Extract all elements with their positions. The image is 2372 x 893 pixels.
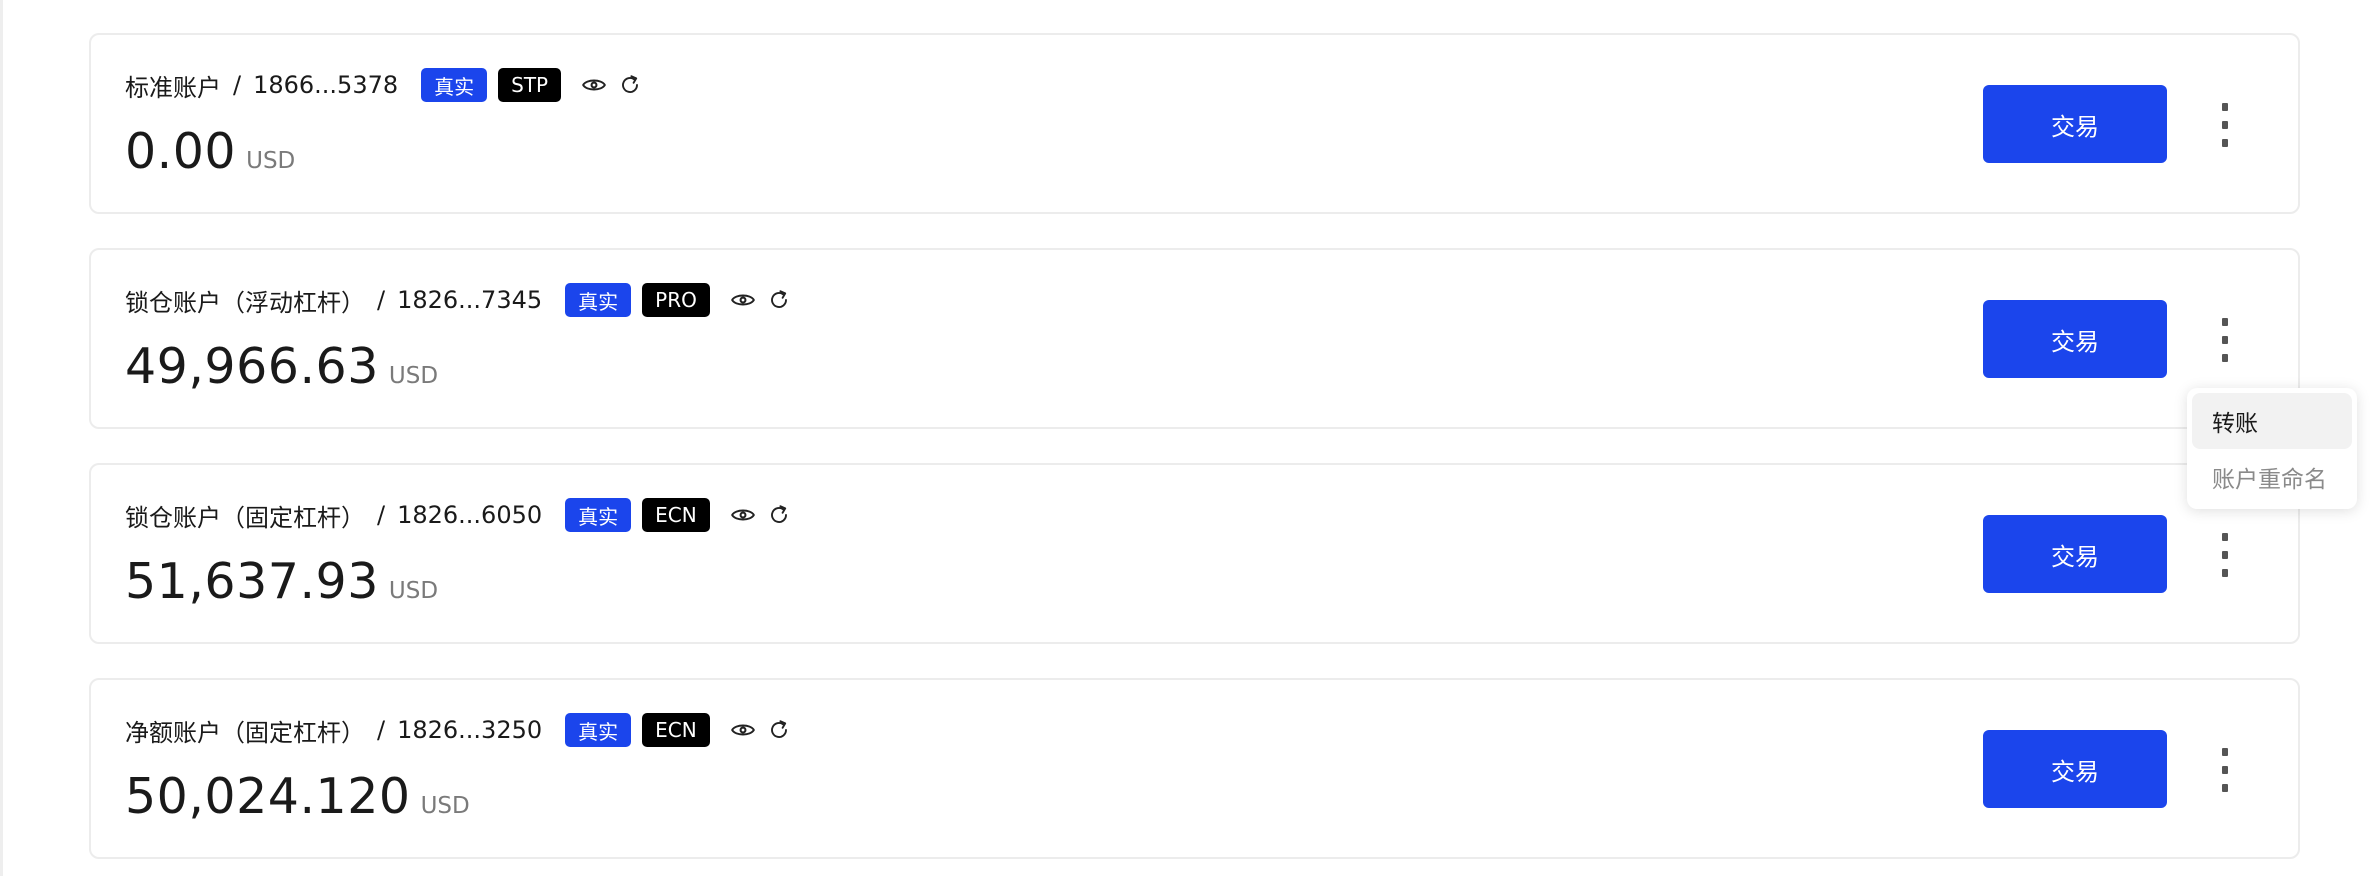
account-name: 标准账户 [125,73,221,102]
page-left-edge [0,0,3,876]
account-type-badge: ECN [642,498,710,532]
trade-button[interactable]: 交易 [1983,300,2167,378]
balance-currency: USD [246,148,296,174]
real-badge: 真实 [565,498,632,532]
account-card: 锁仓账户（浮动杠杆） / 1826...7345 真实 PRO 49,966.6… [89,248,2300,429]
account-header: 锁仓账户（浮动杠杆） / 1826...7345 真实 PRO [125,282,793,318]
balance-currency: USD [388,578,439,604]
eye-icon[interactable] [729,286,757,314]
account-actions-menu: 转账 账户重命名 [2187,388,2357,509]
account-balance: 50,024.120 [125,768,411,825]
trade-button[interactable]: 交易 [1983,730,2167,808]
menu-item-transfer[interactable]: 转账 [2192,393,2352,449]
refresh-icon[interactable] [765,716,793,744]
account-number: 1826...7345 [397,286,543,314]
account-separator: / [377,716,386,744]
account-type-badge: STP [498,68,562,102]
account-number: 1826...3250 [397,716,543,744]
account-number: 1866...5378 [253,71,399,99]
account-separator: / [377,286,386,314]
balance-currency: USD [420,793,470,819]
account-balance: 0.00 [125,123,237,180]
account-separator: / [377,501,386,529]
eye-icon[interactable] [729,716,757,744]
balance-row: 50,024.120 USD [125,768,470,825]
balance-currency: USD [388,363,439,389]
real-badge: 真实 [565,713,632,747]
account-name: 锁仓账户（浮动杠杆） [125,288,365,317]
more-vertical-icon[interactable] [2213,318,2237,362]
account-list: 标准账户 / 1866...5378 真实 STP 0.00 USD 交易 锁仓… [89,33,2300,893]
more-vertical-icon[interactable] [2213,533,2237,577]
more-vertical-icon[interactable] [2213,103,2237,147]
account-header: 锁仓账户（固定杠杆） / 1826...6050 真实 ECN [125,497,793,533]
menu-item-rename-account[interactable]: 账户重命名 [2192,449,2352,505]
account-balance: 49,966.63 [125,338,379,395]
trade-button[interactable]: 交易 [1983,515,2167,593]
account-header: 标准账户 / 1866...5378 真实 STP [125,67,644,103]
account-separator: / [233,71,242,99]
balance-row: 51,637.93 USD [125,553,438,610]
account-type-badge: ECN [642,713,710,747]
account-number: 1826...6050 [397,501,543,529]
real-badge: 真实 [565,283,632,317]
balance-row: 49,966.63 USD [125,338,438,395]
account-type-badge: PRO [642,283,710,317]
account-card: 净额账户（固定杠杆） / 1826...3250 真实 ECN 50,024.1… [89,678,2300,859]
account-balance: 51,637.93 [125,553,379,610]
trade-button[interactable]: 交易 [1983,85,2167,163]
refresh-icon[interactable] [765,286,793,314]
refresh-icon[interactable] [616,71,644,99]
balance-row: 0.00 USD [125,123,295,180]
account-header: 净额账户（固定杠杆） / 1826...3250 真实 ECN [125,712,793,748]
eye-icon[interactable] [580,71,608,99]
account-card: 锁仓账户（固定杠杆） / 1826...6050 真实 ECN 51,637.9… [89,463,2300,644]
account-name: 锁仓账户（固定杠杆） [125,503,365,532]
more-vertical-icon[interactable] [2213,748,2237,792]
account-card: 标准账户 / 1866...5378 真实 STP 0.00 USD 交易 [89,33,2300,214]
real-badge: 真实 [421,68,488,102]
eye-icon[interactable] [729,501,757,529]
account-name: 净额账户（固定杠杆） [125,718,365,747]
refresh-icon[interactable] [765,501,793,529]
